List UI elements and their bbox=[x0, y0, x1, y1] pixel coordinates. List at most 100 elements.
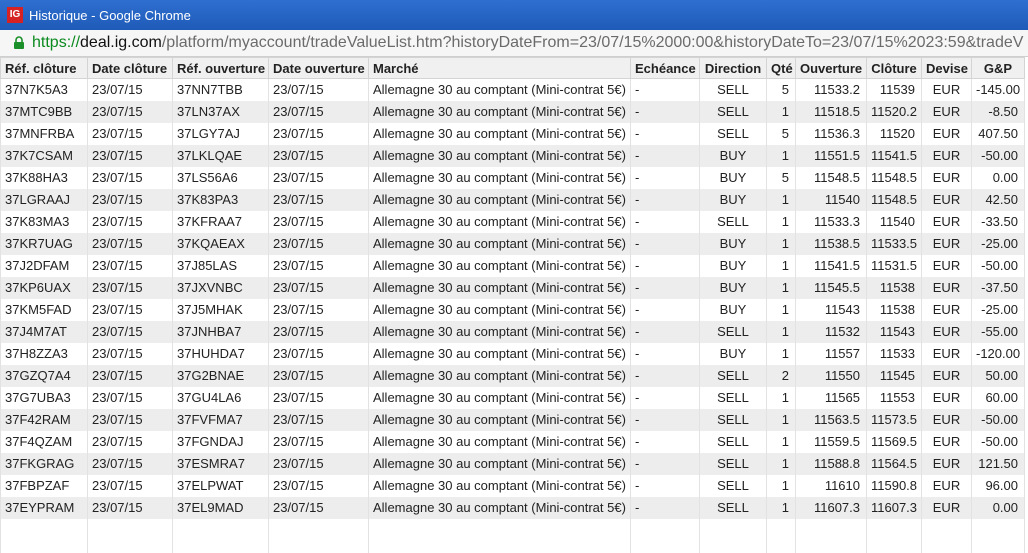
column-header-ref-ouverture[interactable]: Réf. ouverture bbox=[172, 57, 269, 79]
cell-echeance: - bbox=[630, 210, 700, 233]
cell-gp: 42.50 bbox=[971, 188, 1025, 211]
table-row[interactable]: 37H8ZZA3 23/07/15 37HUHDA7 23/07/15 Allemagn… bbox=[0, 342, 1025, 365]
cell-cloture: 11531.5 bbox=[866, 254, 922, 277]
column-header-cloture[interactable]: Clôture bbox=[866, 57, 922, 79]
cell-ref-cloture: 37K88HA3 bbox=[0, 166, 88, 189]
empty-cell bbox=[0, 518, 88, 553]
cell-ouverture: 11545.5 bbox=[795, 276, 867, 299]
column-header-echeance[interactable]: Echéance bbox=[630, 57, 700, 79]
cell-gp: -25.00 bbox=[971, 298, 1025, 321]
column-header-devise[interactable]: Devise bbox=[921, 57, 972, 79]
column-header-date-ouverture[interactable]: Date ouverture bbox=[268, 57, 369, 79]
cell-ref-ouverture: 37J5MHAK bbox=[172, 298, 269, 321]
table-row[interactable]: 37LGRAAJ 23/07/15 37K83PA3 23/07/15 Allemagn… bbox=[0, 188, 1025, 211]
cell-direction: BUY bbox=[699, 342, 767, 365]
cell-devise: EUR bbox=[921, 210, 972, 233]
url-path: /platform/myaccount/tradeValueList.htm?h… bbox=[161, 34, 1024, 51]
table-row[interactable]: 37F4QZAM 23/07/15 37FGNDAJ 23/07/15 Allemagn… bbox=[0, 430, 1025, 453]
cell-qte: 1 bbox=[766, 430, 796, 453]
cell-qte: 1 bbox=[766, 408, 796, 431]
cell-ouverture: 11565 bbox=[795, 386, 867, 409]
cell-qte: 1 bbox=[766, 100, 796, 123]
cell-cloture: 11538 bbox=[866, 276, 922, 299]
trade-history-table: Réf. clôture Date clôture Réf. ouverture Da… bbox=[0, 57, 1025, 553]
table-row[interactable]: 37G7UBA3 23/07/15 37GU4LA6 23/07/15 Allemagn… bbox=[0, 386, 1025, 409]
table-row[interactable]: 37FBPZAF 23/07/15 37ELPWAT 23/07/15 Allemagn… bbox=[0, 474, 1025, 497]
cell-date-cloture: 23/07/15 bbox=[87, 386, 173, 409]
cell-ref-cloture: 37F42RAM bbox=[0, 408, 88, 431]
cell-ref-ouverture: 37ESMRA7 bbox=[172, 452, 269, 475]
table-row[interactable]: 37KM5FAD 23/07/15 37J5MHAK 23/07/15 Allemagn… bbox=[0, 298, 1025, 321]
cell-ref-ouverture: 37LS56A6 bbox=[172, 166, 269, 189]
cell-gp: -33.50 bbox=[971, 210, 1025, 233]
cell-marche: Allemagne 30 au comptant (Mini-contrat 5… bbox=[368, 474, 631, 497]
table-row[interactable]: 37J4M7AT 23/07/15 37JNHBA7 23/07/15 Allemagn… bbox=[0, 320, 1025, 343]
table-row[interactable]: 37MTC9BB 23/07/15 37LN37AX 23/07/15 Allemagn… bbox=[0, 100, 1025, 123]
cell-devise: EUR bbox=[921, 496, 972, 519]
table-row[interactable]: 37KR7UAG 23/07/15 37KQAEAX 23/07/15 Allemagn… bbox=[0, 232, 1025, 255]
empty-cell bbox=[766, 518, 796, 553]
cell-echeance: - bbox=[630, 298, 700, 321]
trade-history-table-container: Réf. clôture Date clôture Réf. ouverture Da… bbox=[0, 57, 1028, 553]
column-header-date-cloture[interactable]: Date clôture bbox=[87, 57, 173, 79]
cell-cloture: 11573.5 bbox=[866, 408, 922, 431]
column-header-qte[interactable]: Qté bbox=[766, 57, 796, 79]
cell-date-cloture: 23/07/15 bbox=[87, 166, 173, 189]
cell-qte: 1 bbox=[766, 474, 796, 497]
cell-devise: EUR bbox=[921, 122, 972, 145]
table-row[interactable]: 37EYPRAM 23/07/15 37EL9MAD 23/07/15 Allemagn… bbox=[0, 496, 1025, 519]
cell-gp: 121.50 bbox=[971, 452, 1025, 475]
cell-ouverture: 11557 bbox=[795, 342, 867, 365]
cell-date-ouverture: 23/07/15 bbox=[268, 430, 369, 453]
cell-echeance: - bbox=[630, 320, 700, 343]
table-row[interactable]: 37F42RAM 23/07/15 37FVFMA7 23/07/15 Allemagn… bbox=[0, 408, 1025, 431]
table-row[interactable]: 37MNFRBA 23/07/15 37LGY7AJ 23/07/15 Allemagn… bbox=[0, 122, 1025, 145]
address-bar[interactable]: https:// deal.ig.com /platform/myaccount… bbox=[0, 30, 1028, 57]
cell-ref-ouverture: 37FGNDAJ bbox=[172, 430, 269, 453]
table-row[interactable]: 37KP6UAX 23/07/15 37JXVNBC 23/07/15 Allemagn… bbox=[0, 276, 1025, 299]
column-header-ouverture[interactable]: Ouverture bbox=[795, 57, 867, 79]
cell-marche: Allemagne 30 au comptant (Mini-contrat 5… bbox=[368, 122, 631, 145]
cell-marche: Allemagne 30 au comptant (Mini-contrat 5… bbox=[368, 320, 631, 343]
table-row[interactable]: 37GZQ7A4 23/07/15 37G2BNAE 23/07/15 Allemagn… bbox=[0, 364, 1025, 387]
cell-devise: EUR bbox=[921, 342, 972, 365]
cell-marche: Allemagne 30 au comptant (Mini-contrat 5… bbox=[368, 232, 631, 255]
cell-date-cloture: 23/07/15 bbox=[87, 408, 173, 431]
empty-cell bbox=[699, 518, 767, 553]
table-row[interactable]: 37N7K5A3 23/07/15 37NN7TBB 23/07/15 Allemagn… bbox=[0, 78, 1025, 101]
table-row[interactable]: 37K88HA3 23/07/15 37LS56A6 23/07/15 Allemagn… bbox=[0, 166, 1025, 189]
table-row[interactable]: 37J2DFAM 23/07/15 37J85LAS 23/07/15 Allemagn… bbox=[0, 254, 1025, 277]
cell-devise: EUR bbox=[921, 100, 972, 123]
cell-ref-ouverture: 37G2BNAE bbox=[172, 364, 269, 387]
cell-marche: Allemagne 30 au comptant (Mini-contrat 5… bbox=[368, 364, 631, 387]
table-row[interactable]: 37K83MA3 23/07/15 37KFRAA7 23/07/15 Allemagn… bbox=[0, 210, 1025, 233]
cell-cloture: 11538 bbox=[866, 298, 922, 321]
cell-date-ouverture: 23/07/15 bbox=[268, 298, 369, 321]
cell-ouverture: 11550 bbox=[795, 364, 867, 387]
cell-date-cloture: 23/07/15 bbox=[87, 254, 173, 277]
cell-qte: 1 bbox=[766, 188, 796, 211]
table-header-row: Réf. clôture Date clôture Réf. ouverture Da… bbox=[0, 57, 1025, 79]
cell-echeance: - bbox=[630, 122, 700, 145]
cell-marche: Allemagne 30 au comptant (Mini-contrat 5… bbox=[368, 430, 631, 453]
cell-cloture: 11607.3 bbox=[866, 496, 922, 519]
cell-marche: Allemagne 30 au comptant (Mini-contrat 5… bbox=[368, 386, 631, 409]
column-header-gp[interactable]: G&P bbox=[971, 57, 1025, 79]
column-header-ref-cloture[interactable]: Réf. clôture bbox=[0, 57, 88, 79]
cell-marche: Allemagne 30 au comptant (Mini-contrat 5… bbox=[368, 408, 631, 431]
table-row[interactable]: 37FKGRAG 23/07/15 37ESMRA7 23/07/15 Allemagn… bbox=[0, 452, 1025, 475]
cell-marche: Allemagne 30 au comptant (Mini-contrat 5… bbox=[368, 144, 631, 167]
cell-echeance: - bbox=[630, 254, 700, 277]
cell-qte: 1 bbox=[766, 144, 796, 167]
column-header-marche[interactable]: Marché bbox=[368, 57, 631, 79]
table-row[interactable]: 37K7CSAM 23/07/15 37LKLQAE 23/07/15 Allemagn… bbox=[0, 144, 1025, 167]
column-header-direction[interactable]: Direction bbox=[699, 57, 767, 79]
cell-date-ouverture: 23/07/15 bbox=[268, 254, 369, 277]
cell-cloture: 11520.2 bbox=[866, 100, 922, 123]
cell-gp: -50.00 bbox=[971, 144, 1025, 167]
cell-ref-ouverture: 37EL9MAD bbox=[172, 496, 269, 519]
cell-echeance: - bbox=[630, 452, 700, 475]
cell-cloture: 11539 bbox=[866, 78, 922, 101]
cell-cloture: 11553 bbox=[866, 386, 922, 409]
cell-date-ouverture: 23/07/15 bbox=[268, 210, 369, 233]
